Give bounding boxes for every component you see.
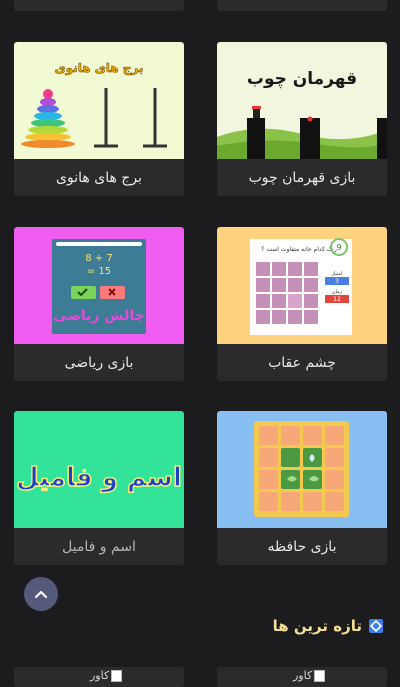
game-card-math[interactable]: 8 + 7 = 15 چالش ریاضی بازی ریاضی (14, 227, 184, 381)
broken-image-icon (111, 669, 123, 682)
game-card-eagle-eye[interactable]: رنگ کدام خانه متفاوت است ؟ 9 امتیاز 3 زم… (217, 227, 387, 381)
card-stub-left[interactable] (14, 0, 184, 11)
eagle-eye-time: 12 (333, 296, 341, 303)
esm-famil-thumb-title: اسم و فامیل (16, 463, 182, 493)
game-card-label: برج های هانوی (56, 169, 142, 186)
eagle-eye-question: رنگ کدام خانه متفاوت است ؟ (261, 245, 337, 253)
math-thumb-title: چالش ریاضی (53, 308, 145, 324)
section-title: تازه ترین ها (272, 617, 362, 635)
eagle-eye-score: 3 (335, 278, 339, 285)
new-item-card[interactable]: کاور (217, 667, 387, 687)
math-thumbnail: 8 + 7 = 15 چالش ریاضی (14, 227, 184, 344)
eagle-eye-time-label: زمان (332, 289, 343, 295)
math-result: = 15 (87, 266, 111, 277)
diamond-icon (369, 619, 383, 633)
game-card-label: بازی قهرمان چوب (248, 169, 356, 186)
game-card-esm-famil[interactable]: اسم و فامیل اسم و فامیل (14, 411, 184, 565)
game-card-label: بازی حافظه (267, 538, 337, 555)
stick-hero-thumbnail: قهرمان چوب (217, 42, 387, 159)
math-equation: 8 + 7 (85, 253, 112, 264)
card-stub-right[interactable] (217, 0, 387, 11)
eagle-eye-level: 9 (336, 243, 341, 252)
game-card-hanoi[interactable]: برج های هانوی برج های هانوی (14, 42, 184, 196)
memory-thumbnail (217, 411, 387, 528)
game-card-stick-hero[interactable]: قهرمان چوب بازی قهرمان چوب (217, 42, 387, 196)
esm-famil-thumbnail: اسم و فامیل (14, 411, 184, 528)
section-header-newest: تازه ترین ها (273, 612, 384, 640)
chevron-up-icon (34, 590, 48, 599)
cover-alt-text: کاور (293, 669, 313, 682)
new-item-card[interactable]: کاور (14, 667, 184, 687)
eagle-eye-score-label: امتیاز (330, 271, 342, 277)
hanoi-thumb-title: برج های هانوی (55, 61, 144, 76)
cover-alt-text: کاور (90, 669, 110, 682)
game-card-label: بازی ریاضی (64, 354, 134, 371)
broken-image-icon (314, 669, 326, 682)
hanoi-thumbnail: برج های هانوی (14, 42, 184, 159)
stick-hero-thumb-title: قهرمان چوب (247, 69, 357, 89)
game-card-memory[interactable]: بازی حافظه (217, 411, 387, 565)
eagle-eye-thumbnail: رنگ کدام خانه متفاوت است ؟ 9 امتیاز 3 زم… (217, 227, 387, 344)
scroll-to-top-button[interactable] (24, 577, 58, 611)
game-card-label: چشم عقاب (268, 354, 336, 371)
game-card-label: اسم و فامیل (62, 538, 136, 555)
